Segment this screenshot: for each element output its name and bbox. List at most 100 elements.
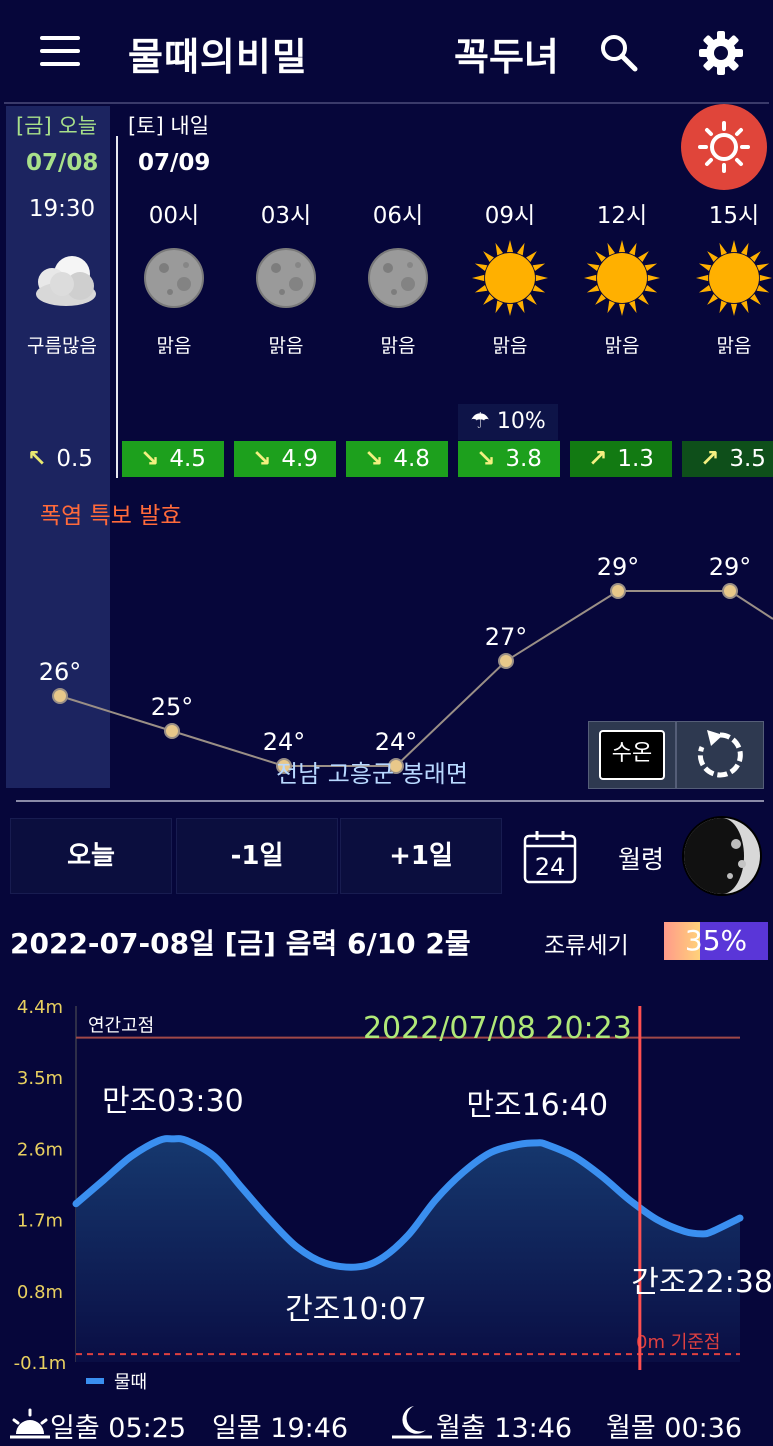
- calendar-icon[interactable]: 24: [522, 828, 578, 884]
- umbrella-icon: ☂: [470, 409, 490, 434]
- moon-phase-label: 월령: [618, 845, 665, 874]
- next-day-button[interactable]: +1일: [340, 818, 502, 894]
- wind-direction-icon: ↘: [140, 446, 160, 472]
- rain-chance: ☂ 10%: [458, 404, 558, 440]
- heat-warning-marquee[interactable]: 폭염 특보 발효: [40, 496, 182, 530]
- forecast-condition: 맑음: [268, 335, 304, 357]
- tide-date-line: 2022-07-08일 [금] 음력 6/10 2물: [10, 927, 471, 960]
- forecast-condition: 맑음: [492, 335, 528, 357]
- y-tick-label: 2.6m: [17, 1139, 63, 1160]
- weather-toggle-button[interactable]: [681, 104, 767, 190]
- tomorrow-label: [토] 내일: [128, 114, 210, 138]
- sunset-time: 일몰 19:46: [212, 1413, 349, 1444]
- zero-reference-label: 0m 기준점: [636, 1332, 720, 1353]
- today-date: 07/08: [26, 150, 99, 176]
- wind-badge: ↗ 3.5: [682, 441, 773, 477]
- temperature-label: 24°: [375, 728, 418, 756]
- y-tick-label: 1.7m: [17, 1211, 63, 1232]
- wind-speed: 1.3: [617, 446, 654, 472]
- tide-extreme-label: 만조16:40: [466, 1088, 608, 1123]
- rain-chance-value: 10%: [496, 409, 546, 434]
- current-strength-value: 35%: [684, 924, 748, 957]
- today-label: [금] 오늘: [16, 114, 98, 138]
- day-divider: [116, 136, 118, 478]
- forecast-time: 03시: [260, 203, 312, 229]
- search-icon[interactable]: [598, 32, 638, 72]
- hamburger-menu-icon[interactable]: [40, 36, 80, 66]
- temperature-point: [164, 723, 180, 739]
- wind-direction-icon: ↘: [364, 446, 384, 472]
- forecast-condition: 맑음: [604, 335, 640, 357]
- wind-badge: ↘ 4.9: [234, 441, 336, 477]
- forecast-time: 06시: [372, 203, 424, 229]
- forecast-time: 19:30: [28, 196, 96, 222]
- moon-clear-icon: [144, 248, 204, 308]
- wind-badge: ↖ 0.5: [14, 441, 106, 477]
- moon-clear-icon: [368, 248, 428, 308]
- temperature-label: 26°: [39, 658, 82, 686]
- y-tick-label: -0.1m: [14, 1353, 67, 1374]
- sunrise-time: 일출 05:25: [50, 1413, 187, 1444]
- wind-speed: 4.8: [393, 446, 430, 472]
- cloudy-icon: [36, 256, 96, 306]
- wind-direction-icon: ↘: [476, 446, 496, 472]
- app-title: 물때의비밀: [128, 35, 308, 79]
- forecast-condition: 구름많음: [27, 335, 97, 357]
- wind-badge: ↗ 1.3: [570, 441, 672, 477]
- temperature-point: [52, 688, 68, 704]
- refresh-icon: [697, 730, 743, 778]
- section-divider: [16, 800, 764, 802]
- wind-speed: 0.5: [56, 446, 93, 472]
- water-temp-button[interactable]: 수온: [588, 721, 676, 789]
- temperature-point: [722, 583, 738, 599]
- current-strength-label: 조류세기: [544, 933, 629, 959]
- tide-extreme-label: 간조10:07: [285, 1292, 427, 1327]
- forecast-time: 00시: [148, 203, 200, 229]
- wind-direction-icon: ↗: [700, 446, 720, 472]
- sun-icon: [584, 240, 660, 316]
- top-bar: 물때의비밀 꼭두녀: [0, 0, 773, 104]
- moonrise-time: 월출 13:46: [436, 1413, 573, 1444]
- current-time-label: 2022/07/08 20:23: [363, 1011, 632, 1046]
- temperature-label: 25°: [151, 693, 194, 721]
- refresh-button[interactable]: [676, 721, 764, 789]
- wind-direction-icon: ↗: [588, 446, 608, 472]
- forecast-condition: 맑음: [156, 335, 192, 357]
- tomorrow-date: 07/09: [138, 150, 211, 176]
- moon-phase-icon[interactable]: [680, 814, 764, 898]
- temperature-label: 24°: [263, 728, 306, 756]
- sun-icon: [472, 240, 548, 316]
- temperature-label: 29°: [709, 553, 752, 581]
- wind-direction-icon: ↘: [252, 446, 272, 472]
- forecast-time: 12시: [596, 203, 648, 229]
- legend-label: 물때: [114, 1372, 147, 1393]
- sun-icon: [696, 240, 772, 316]
- temperature-point: [610, 583, 626, 599]
- calendar-day: 24: [535, 853, 566, 881]
- temperature-label: 27°: [485, 623, 528, 651]
- gear-icon[interactable]: [698, 30, 744, 76]
- wind-badge: ↘ 4.5: [122, 441, 224, 477]
- water-temp-label: 수온: [599, 730, 665, 780]
- today-button[interactable]: 오늘: [10, 818, 172, 894]
- region-name: 전남 고흥군 봉래면: [276, 760, 468, 788]
- wind-badge: ↘ 4.8: [346, 441, 448, 477]
- location-name[interactable]: 꼭두녀: [454, 26, 559, 81]
- forecast-condition: 맑음: [380, 335, 416, 357]
- y-tick-label: 3.5m: [17, 1068, 63, 1089]
- tide-chart[interactable]: 4.4m 3.5m 2.6m 1.7m 0.8m -0.1m 연간고점 0m 기준점 2022/…: [0, 980, 773, 1400]
- prev-day-button[interactable]: -1일: [176, 818, 338, 894]
- forecast-time: 15시: [708, 203, 760, 229]
- forecast-condition: 맑음: [716, 335, 752, 357]
- wind-speed: 3.5: [729, 446, 766, 472]
- wind-speed: 4.9: [281, 446, 318, 472]
- tide-extreme-label: 간조22:38: [631, 1265, 773, 1300]
- sun-outline-icon: [698, 121, 750, 173]
- y-tick-label: 0.8m: [17, 1282, 63, 1303]
- header-divider: [4, 102, 769, 104]
- annual-high-label: 연간고점: [88, 1016, 154, 1037]
- moonrise-icon: [392, 1406, 432, 1439]
- wind-badge: ↘ 3.8: [458, 441, 560, 477]
- sunrise-icon: [10, 1408, 50, 1439]
- legend-swatch: [86, 1378, 104, 1384]
